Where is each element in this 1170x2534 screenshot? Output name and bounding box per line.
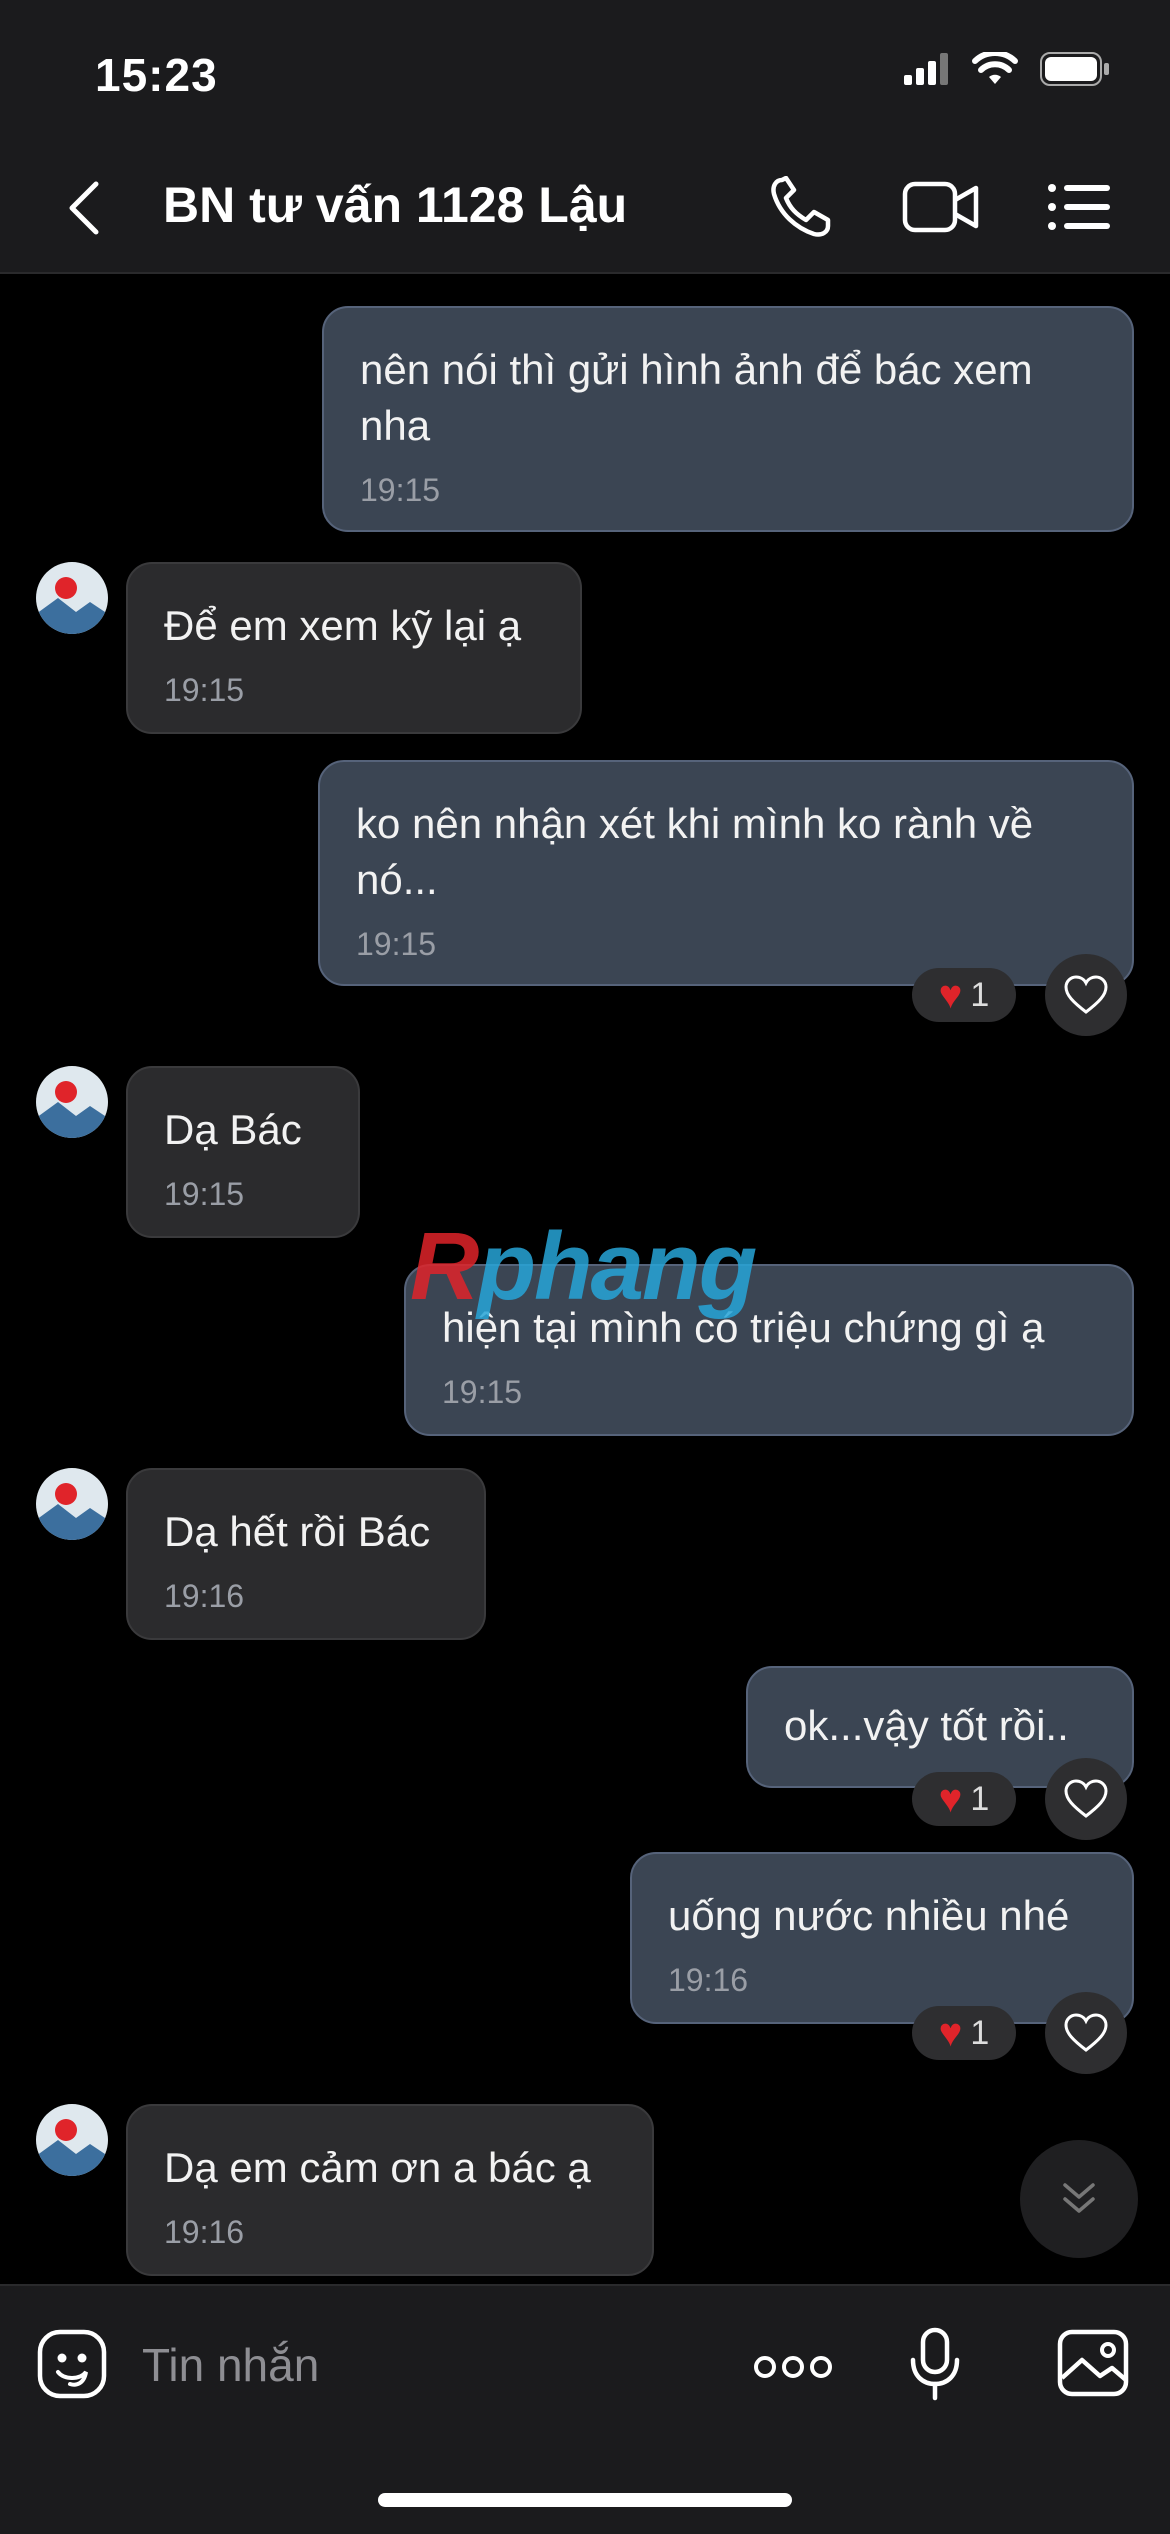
heart-reaction-icon: ♥ [938, 1776, 963, 1821]
heart-reaction-icon: ♥ [938, 2010, 963, 2055]
double-chevron-down-icon [1063, 2183, 1095, 2213]
watermark-logo: Rphang [410, 1212, 757, 1322]
status-time: 15:23 [95, 49, 218, 101]
reaction-badge[interactable]: ♥ 1 [912, 1772, 1016, 1826]
contact-avatar[interactable] [36, 1066, 108, 1138]
phone-call-icon[interactable] [768, 176, 838, 238]
message-bubble-incoming[interactable]: Dạ Bác 19:15 [126, 1066, 360, 1238]
avatar-image [36, 1066, 108, 1138]
heart-outline-icon [1064, 975, 1108, 1014]
message-bubble-incoming[interactable]: Dạ em cảm ơn a bác ạ 19:16 [126, 2104, 654, 2276]
message-text: Dạ em cảm ơn a bác ạ [164, 2144, 591, 2191]
message-text: uống nước nhiều nhé [668, 1892, 1070, 1939]
status-icons [904, 52, 1110, 86]
chat-title[interactable]: BN tư vấn 1128 Lậu [163, 176, 627, 234]
message-text: Để em xem kỹ lại ạ [164, 602, 522, 649]
image-gallery-icon[interactable] [1056, 2328, 1130, 2398]
message-time: 19:15 [442, 1374, 523, 1410]
heart-outline-icon [1064, 2013, 1108, 2052]
video-call-icon[interactable] [902, 176, 980, 238]
message-bubble-outgoing[interactable]: ko nên nhận xét khi mình ko rành về nó..… [318, 760, 1134, 986]
message-text: ok...vậy tốt rồi.. [784, 1702, 1069, 1749]
message-text: nên nói thì gửi hình ảnh để bác xem nha [360, 346, 1033, 449]
watermark-logo-prefix: R [410, 1213, 479, 1320]
message-text: ko nên nhận xét khi mình ko rành về nó..… [356, 800, 1034, 903]
avatar-image [36, 562, 108, 634]
message-text: Dạ Bác [164, 1106, 302, 1153]
reaction-badge[interactable]: ♥ 1 [912, 968, 1016, 1022]
message-time: 19:15 [356, 926, 437, 962]
message-time: 19:16 [164, 2214, 245, 2250]
message-input[interactable]: Tin nhắn [142, 2338, 319, 2392]
message-time: 19:16 [668, 1962, 749, 1998]
message-text: Dạ hết rồi Bác [164, 1508, 431, 1555]
avatar-image [36, 1468, 108, 1540]
message-time: 19:16 [164, 1578, 245, 1614]
contact-avatar[interactable] [36, 1468, 108, 1540]
message-bubble-incoming[interactable]: Dạ hết rồi Bác 19:16 [126, 1468, 486, 1640]
battery-icon [1040, 52, 1109, 86]
reaction-count: 1 [970, 975, 990, 1014]
scroll-to-bottom-button[interactable] [1020, 2140, 1138, 2258]
heart-outline-icon [1064, 1779, 1108, 1818]
signal-icon [904, 53, 948, 85]
contact-avatar[interactable] [36, 2104, 108, 2176]
message-bubble-incoming[interactable]: Để em xem kỹ lại ạ 19:15 [126, 562, 582, 734]
avatar-image [36, 2104, 108, 2176]
chat-header: BN tư vấn 1128 Lậu [0, 140, 1170, 274]
more-options-icon[interactable] [752, 2342, 834, 2392]
message-time: 19:15 [164, 1176, 245, 1212]
message-time: 19:15 [360, 472, 441, 508]
reaction-count: 1 [970, 1779, 990, 1818]
message-bubble-outgoing[interactable]: uống nước nhiều nhé 19:16 [630, 1852, 1134, 2024]
sticker-emoji-icon[interactable] [36, 2328, 108, 2400]
status-bar: 15:23 [0, 0, 1170, 140]
contact-avatar[interactable] [36, 562, 108, 634]
message-input-bar: Tin nhắn [0, 2284, 1170, 2534]
menu-list-icon[interactable] [1046, 176, 1112, 238]
like-button[interactable] [1045, 1758, 1127, 1840]
message-bubble-outgoing[interactable]: nên nói thì gửi hình ảnh để bác xem nha … [322, 306, 1134, 532]
reaction-badge[interactable]: ♥ 1 [912, 2006, 1016, 2060]
watermark-logo-text: phang [477, 1213, 757, 1320]
wifi-icon [972, 52, 1018, 84]
microphone-icon[interactable] [905, 2326, 965, 2402]
reaction-count: 1 [970, 2013, 990, 2052]
heart-reaction-icon: ♥ [938, 972, 963, 1017]
home-indicator[interactable] [378, 2493, 792, 2507]
message-time: 19:15 [164, 672, 245, 708]
like-button[interactable] [1045, 954, 1127, 1036]
like-button[interactable] [1045, 1992, 1127, 2074]
back-arrow-icon[interactable] [58, 178, 118, 238]
